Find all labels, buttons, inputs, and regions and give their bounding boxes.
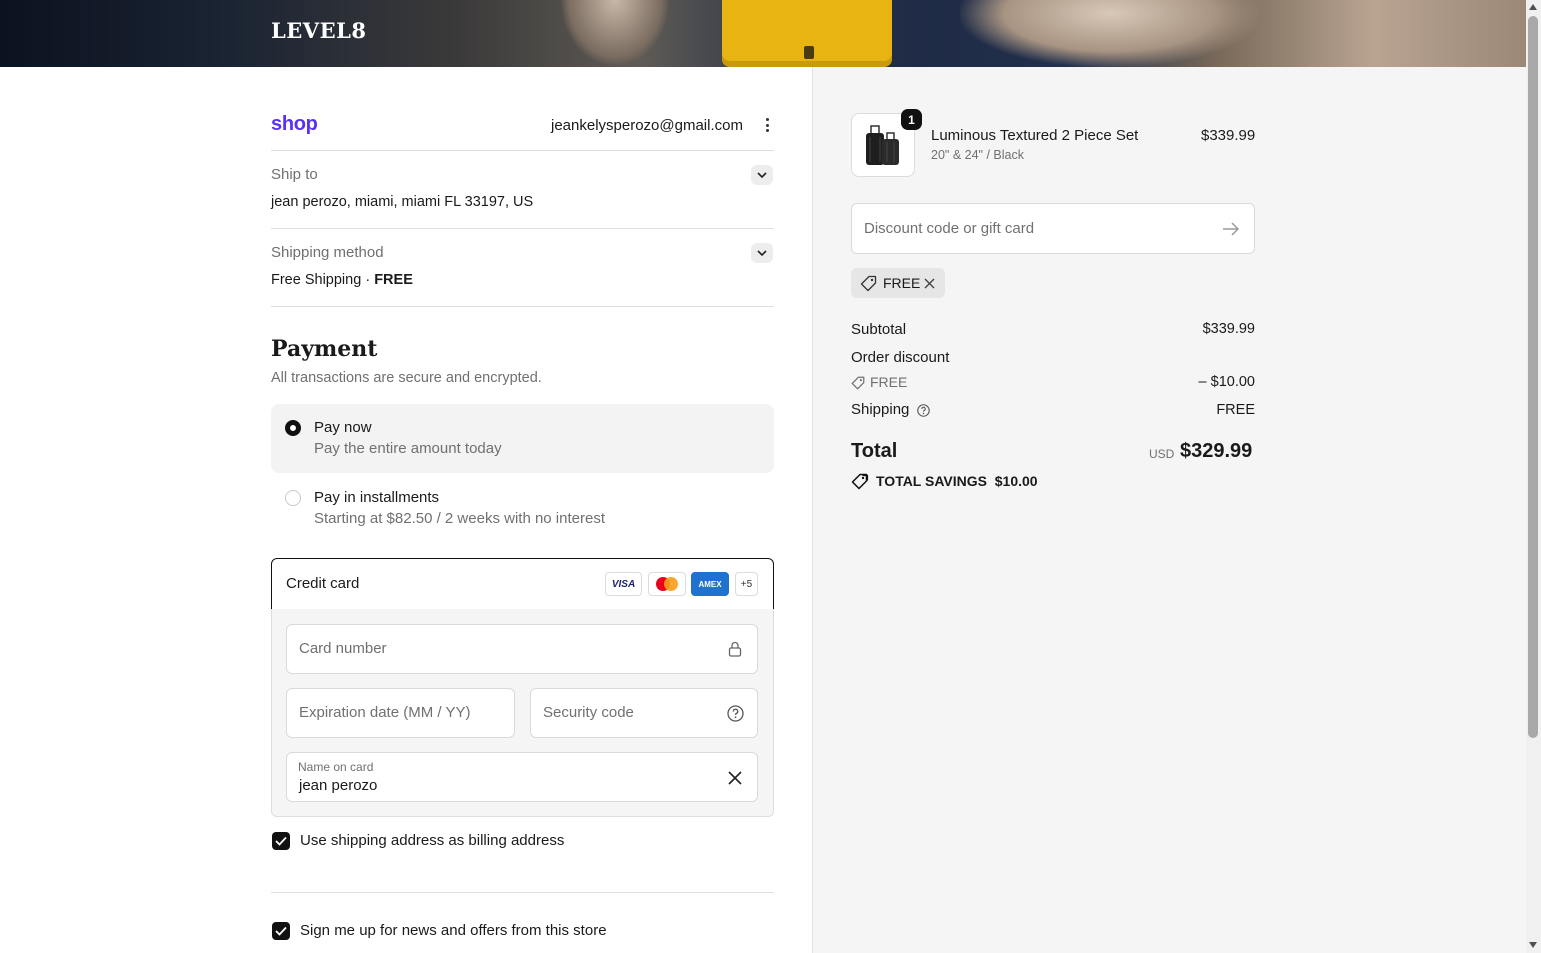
ship-to-address: jean perozo, miami, miami FL 33197, US [271, 194, 534, 210]
savings-tag-icon [851, 473, 869, 490]
shipping-label: Shipping [851, 401, 910, 418]
divider [271, 228, 774, 229]
ship-to-label: Ship to [271, 166, 318, 183]
more-cards-badge: +5 [735, 572, 758, 596]
security-code-placeholder: Security code [543, 704, 634, 721]
divider [271, 150, 774, 151]
card-number-field[interactable]: Card number [286, 624, 758, 674]
pay-now-radio[interactable] [285, 420, 301, 436]
pay-now-subtitle: Pay the entire amount today [314, 440, 502, 457]
billing-address-checkbox[interactable] [272, 832, 290, 850]
page-scrollbar[interactable] [1526, 0, 1541, 953]
billing-address-label[interactable]: Use shipping address as billing address [300, 832, 564, 849]
checkmark-icon [275, 836, 287, 846]
total-savings-value: $10.00 [994, 473, 1038, 489]
pay-installments-radio[interactable] [285, 490, 301, 506]
hero-banner: LEVEL8 [0, 0, 1526, 67]
newsletter-checkbox[interactable] [272, 922, 290, 940]
currency-code: USD [1149, 447, 1175, 461]
hero-model-figure [560, 0, 670, 67]
applied-discount-code: FREE [883, 275, 921, 291]
help-icon[interactable] [917, 404, 930, 417]
remove-discount-icon[interactable] [924, 278, 935, 289]
total-label: Total [851, 440, 898, 462]
payment-heading: Payment [271, 336, 378, 362]
lock-icon [728, 641, 742, 657]
payment-subtitle: All transactions are secure and encrypte… [271, 370, 542, 386]
total-savings-label: TOTAL SAVINGS [876, 473, 987, 489]
store-logo[interactable]: LEVEL8 [271, 18, 366, 43]
applied-discount-chip: FREE [851, 268, 945, 298]
shipping-method-value: Free Shipping · FREE [271, 272, 413, 288]
checkmark-icon [275, 926, 287, 936]
amex-icon: AMEX [691, 572, 729, 596]
more-options-icon[interactable] [762, 118, 772, 134]
pay-now-title: Pay now [314, 419, 372, 436]
discount-code-placeholder: Discount code or gift card [864, 220, 1035, 237]
product-price: $339.99 [1201, 127, 1256, 144]
divider [271, 892, 774, 893]
hero-model-figure [960, 0, 1260, 67]
product-variant: 20" & 24" / Black [931, 148, 1024, 162]
expiration-date-field[interactable]: Expiration date (MM / YY) [286, 688, 515, 738]
expiration-placeholder: Expiration date (MM / YY) [299, 704, 471, 721]
pay-installments-subtitle: Starting at $82.50 / 2 weeks with no int… [314, 510, 605, 527]
scrollbar-thumb[interactable] [1528, 16, 1538, 738]
scroll-down-icon[interactable] [1529, 942, 1537, 948]
hero-suitcase-image [722, 0, 892, 67]
newsletter-label[interactable]: Sign me up for news and offers from this… [300, 922, 607, 939]
mastercard-icon [648, 572, 686, 596]
total-savings: TOTAL SAVINGS $10.00 [876, 473, 1038, 489]
shipping-method-name: Free Shipping [271, 272, 362, 288]
order-discount-code: FREE [870, 374, 908, 390]
order-discount-label: Order discount [851, 349, 950, 366]
name-on-card-field[interactable]: Name on card jean perozo [286, 752, 758, 802]
product-name: Luminous Textured 2 Piece Set [931, 127, 1139, 144]
subtotal-value: $339.99 [1202, 321, 1255, 337]
shipping-method-price: FREE [374, 272, 413, 288]
name-on-card-value: jean perozo [299, 777, 378, 794]
name-on-card-label: Name on card [298, 760, 374, 774]
clear-icon[interactable] [728, 771, 742, 785]
total-value: $329.99 [1180, 440, 1253, 462]
security-code-field[interactable]: Security code [530, 688, 758, 738]
chevron-down-icon [757, 172, 767, 178]
chevron-down-icon [757, 250, 767, 256]
shipping-method-expand-button[interactable] [751, 243, 773, 263]
credit-card-label: Credit card [286, 575, 360, 592]
pay-installments-title[interactable]: Pay in installments [314, 489, 439, 506]
arrow-right-icon[interactable] [1222, 222, 1240, 236]
shipping-value: FREE [1216, 402, 1255, 418]
discount-code-input[interactable]: Discount code or gift card [851, 203, 1255, 254]
tag-icon [860, 275, 877, 292]
shop-pay-logo: shop [271, 113, 318, 135]
card-number-placeholder: Card number [299, 640, 387, 657]
ship-to-expand-button[interactable] [751, 165, 773, 185]
order-summary [812, 67, 1527, 953]
payment-option-pay-now[interactable] [271, 404, 774, 473]
shipping-method-label: Shipping method [271, 244, 384, 261]
divider [271, 306, 774, 307]
separator-dot: · [365, 272, 371, 288]
account-email: jeankelysperozo@gmail.com [551, 117, 743, 134]
quantity-badge: 1 [901, 109, 922, 130]
scroll-up-icon[interactable] [1529, 4, 1537, 10]
visa-icon: VISA [605, 572, 642, 596]
help-icon[interactable] [727, 705, 744, 722]
tag-icon [851, 376, 865, 390]
order-discount-value: – $10.00 [1198, 374, 1255, 390]
subtotal-label: Subtotal [851, 321, 907, 338]
